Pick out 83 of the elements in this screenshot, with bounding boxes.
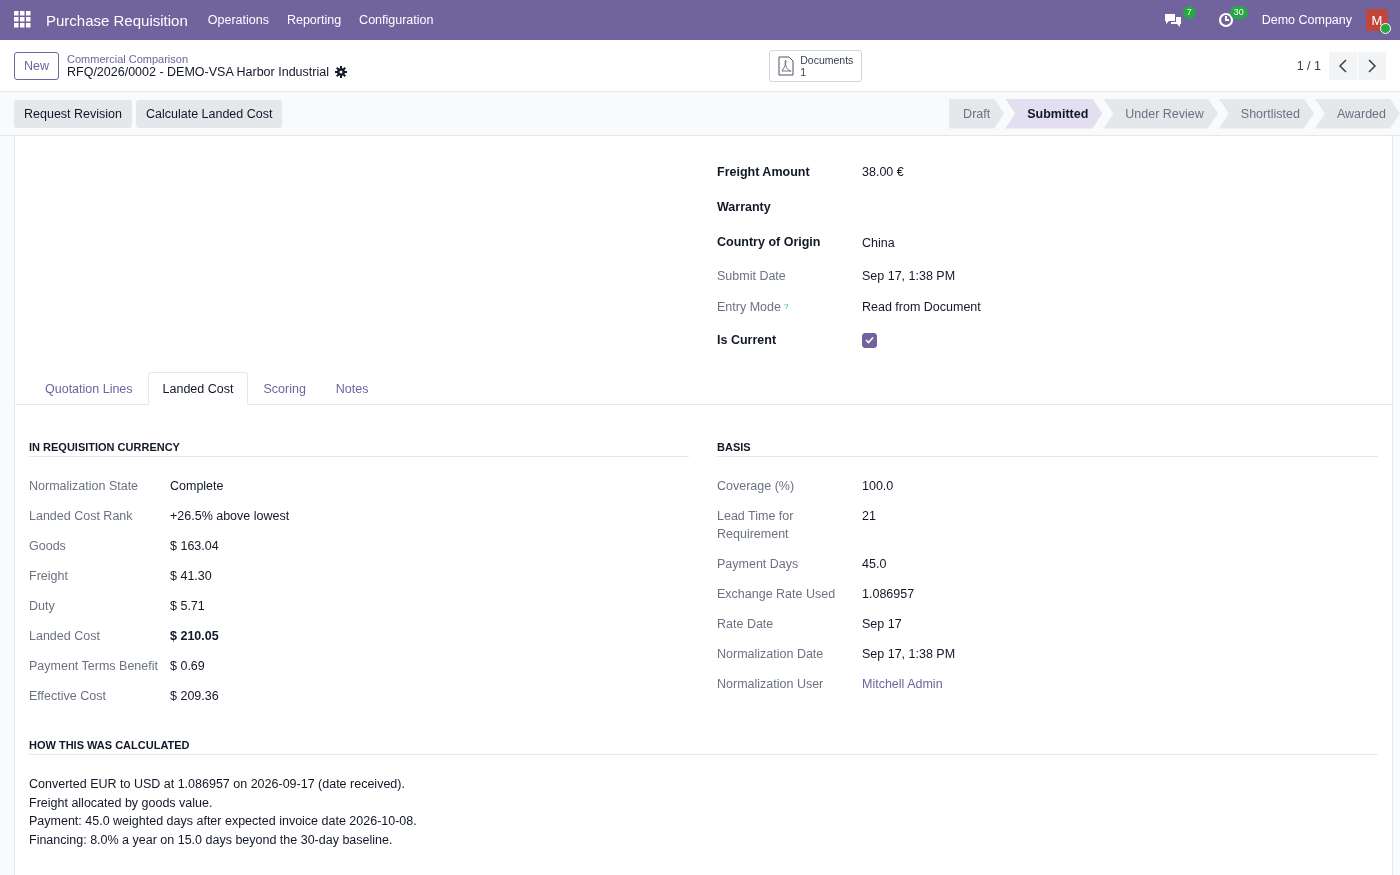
app-name[interactable]: Purchase Requisition	[46, 11, 188, 29]
status-stage[interactable]: Under Review	[1103, 98, 1218, 129]
field-label: Lead Time for Requirement	[717, 508, 795, 543]
section-heading: HOW THIS WAS CALCULATED	[29, 739, 1378, 755]
field-label: Payment Days	[717, 556, 800, 573]
field-value: 45.0	[862, 556, 888, 573]
menu-item[interactable]: Reporting	[284, 9, 344, 31]
status-stage[interactable]: Draft	[949, 98, 1005, 129]
section-heading: BASIS	[717, 441, 1378, 457]
field-label: Landed Cost Rank	[29, 508, 134, 525]
field-value: 100.0	[862, 478, 895, 495]
field-label: Warranty	[717, 200, 771, 214]
explanation-line: Converted EUR to USD at 1.086957 on 2026-09-17 (date received).	[29, 776, 406, 793]
explanation-line: Freight allocated by goods value.	[29, 794, 214, 812]
explanation-line: Financing: 8.0% a year on 15.0 days beyond the 30-day baseline.	[29, 831, 394, 849]
pdf-file-icon	[778, 55, 795, 76]
field-label: Country of Origin	[717, 235, 821, 250]
field-label: Freight	[29, 568, 69, 585]
user-avatar[interactable]: M	[1366, 9, 1388, 31]
field-label: Exchange Rate Used	[717, 586, 837, 603]
next-button[interactable]	[1358, 51, 1386, 80]
field-label: Effective Cost	[29, 688, 107, 705]
field-label: Goods	[29, 538, 67, 555]
documents-button[interactable]: Documents 1	[769, 49, 863, 82]
company-switcher[interactable]: Demo Company	[1261, 13, 1352, 27]
field-value: 1.086957	[862, 586, 916, 603]
section-heading: IN REQUISITION CURRENCY	[29, 441, 689, 457]
field-label: Coverage (%)	[717, 478, 796, 495]
status-stage[interactable]: Shortlisted	[1218, 98, 1314, 129]
breadcrumb-link[interactable]: Commercial Comparison	[67, 52, 347, 65]
field-value: $ 5.71	[170, 598, 206, 615]
field-value: Sep 17, 1:38 PM	[862, 646, 957, 663]
field-label: Payment Terms Benefit	[29, 658, 159, 675]
field-value: 21	[862, 508, 877, 525]
checkmark-icon	[865, 336, 874, 345]
chat-icon[interactable]	[1163, 12, 1182, 28]
pager-counter: 1 / 1	[1296, 58, 1321, 73]
clock-icon[interactable]	[1217, 12, 1234, 28]
field-label: Normalization State	[29, 478, 140, 495]
activity-count: 30	[1229, 6, 1248, 19]
record-title: RFQ/2026/0002 - DEMO-VSA Harbor Industrial	[67, 64, 329, 79]
field-value: Sep 17, 1:38 PM	[862, 269, 956, 284]
field-label: Rate Date	[717, 616, 775, 633]
status-stage[interactable]: Awarded	[1314, 98, 1400, 129]
field-value: China	[862, 235, 895, 250]
previous-button[interactable]	[1329, 51, 1357, 80]
field-value: $ 41.30	[170, 568, 213, 585]
tab[interactable]: Notes	[320, 372, 384, 405]
menu-item[interactable]: Configuration	[357, 9, 436, 31]
tab[interactable]: Landed Cost	[147, 372, 249, 405]
field-label: Entry Mode	[717, 300, 781, 314]
field-value: $ 163.04	[170, 538, 220, 555]
field-value: Sep 17	[862, 616, 903, 633]
help-tooltip[interactable]: ?	[783, 302, 789, 312]
field-label: Normalization User	[717, 676, 825, 693]
user-link[interactable]: Mitchell Admin	[862, 675, 1378, 693]
field-value: Complete	[170, 478, 225, 495]
tab[interactable]: Quotation Lines	[30, 372, 148, 405]
action-button[interactable]: Calculate Landed Cost	[135, 99, 283, 128]
action-button[interactable]: Request Revision	[14, 99, 132, 128]
settings-icon[interactable]	[334, 65, 347, 78]
field-value: +26.5% above lowest	[170, 508, 291, 525]
apps-menu-icon[interactable]	[14, 11, 32, 29]
menu-item[interactable]: Operations	[205, 9, 271, 31]
field-label: Is Current	[717, 333, 777, 348]
field-value: $ 209.36	[170, 688, 220, 705]
chevron-left-icon	[1338, 58, 1348, 73]
field-value: Read from Document	[862, 300, 981, 315]
field-label: Duty	[29, 598, 56, 615]
explanation-line: Payment: 45.0 weighted days after expected invoice date 2026-10-08.	[29, 813, 418, 830]
field-label: Normalization Date	[717, 646, 825, 663]
tab[interactable]: Scoring	[248, 372, 321, 405]
new-button[interactable]: New	[14, 51, 59, 80]
field-label: Freight Amount	[717, 164, 810, 179]
field-value: $ 210.05	[170, 628, 220, 645]
field-value: 38.00 €	[862, 165, 904, 180]
field-value: $ 0.69	[170, 658, 206, 675]
message-count: 7	[1182, 6, 1196, 19]
field-label: Submit Date	[717, 268, 786, 283]
checkbox[interactable]	[862, 332, 877, 348]
status-stage[interactable]: Submitted	[1005, 98, 1103, 129]
field-label: Landed Cost	[29, 628, 101, 645]
chevron-right-icon	[1367, 58, 1377, 73]
